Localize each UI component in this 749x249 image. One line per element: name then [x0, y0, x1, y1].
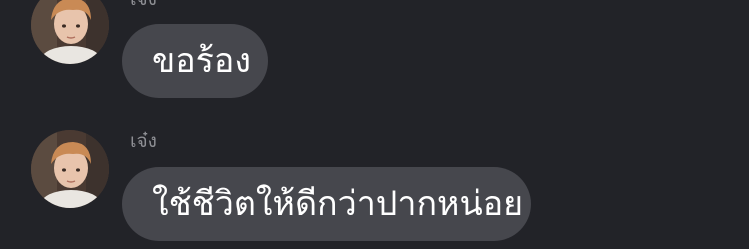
chat-thread: เจ๋ง ขอร้อง เจ๋ง ใช้ชีวิตให้ดีกว่าปากหน่…: [0, 0, 749, 249]
sender-name: เจ๋ง: [130, 130, 157, 152]
message-bubble[interactable]: ใช้ชีวิตให้ดีกว่าปากหน่อย: [122, 167, 531, 241]
avatar[interactable]: [31, 0, 109, 64]
message-bubble[interactable]: ขอร้อง: [122, 24, 268, 98]
avatar-image: [31, 0, 109, 64]
sender-name: เจ๋ง: [130, 0, 157, 10]
avatar-image: [31, 130, 109, 208]
avatar[interactable]: [31, 130, 109, 208]
